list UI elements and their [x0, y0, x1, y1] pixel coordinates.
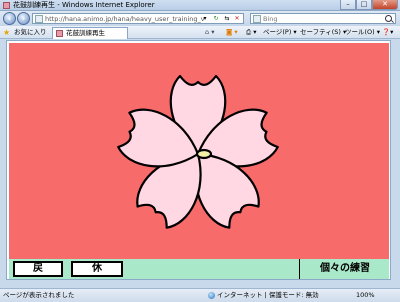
tools-menu[interactable]: ツール(O) ▾: [345, 28, 380, 37]
maximize-button[interactable]: □: [356, 0, 372, 10]
back-arrow-icon[interactable]: ‹: [3, 12, 16, 25]
security-zone[interactable]: インターネット | 保護モード: 無効: [217, 291, 319, 300]
search-placeholder: Bing: [263, 15, 278, 23]
address-url: http://hana.animo.jp/hana/heavy_user_tra…: [45, 15, 205, 23]
search-icon[interactable]: [385, 15, 392, 22]
print-icon[interactable]: ⎙ ▾: [246, 28, 257, 37]
favorites-label[interactable]: お気に入り: [14, 28, 47, 37]
search-provider-icon: [253, 15, 261, 23]
favorites-star-icon[interactable]: ★: [3, 28, 10, 37]
page-icon: [35, 15, 43, 23]
training-stage: [9, 43, 389, 259]
forward-arrow-icon[interactable]: ›: [17, 12, 30, 25]
stop-icon[interactable]: ✕: [233, 15, 241, 23]
tab-title: 花鼓訓練再生: [66, 29, 105, 37]
control-bar: 戻 休 個々の練習: [9, 259, 389, 279]
back-button[interactable]: 戻: [13, 261, 63, 277]
zoom-level[interactable]: 100%: [356, 291, 375, 300]
status-text: ページが表示されました: [3, 291, 75, 299]
app-icon: [3, 2, 10, 9]
search-box[interactable]: Bing: [250, 13, 396, 24]
title-bar: 花鼓訓練再生 - Windows Internet Explorer – □ ✕: [0, 0, 400, 11]
status-bar: ページが表示されました インターネット | 保護モード: 無効 100%: [0, 288, 400, 302]
help-icon[interactable]: ❓▾: [382, 28, 393, 37]
dropdown-icon[interactable]: ▾: [201, 15, 209, 23]
globe-icon: [208, 292, 215, 299]
safety-menu[interactable]: セーフティ(S) ▾: [300, 28, 346, 37]
forward-icon[interactable]: ⇆: [223, 15, 231, 23]
tab-current[interactable]: 花鼓訓練再生: [52, 27, 128, 39]
cherry-blossom-icon: [117, 74, 279, 229]
refresh-icon[interactable]: ↻: [212, 15, 220, 23]
rest-button[interactable]: 休: [71, 261, 123, 277]
feeds-icon[interactable]: ◙ ▾: [226, 28, 238, 37]
window-title: 花鼓訓練再生 - Windows Internet Explorer: [13, 1, 155, 9]
navigation-bar: ‹ › http://hana.animo.jp/hana/heavy_user…: [0, 11, 400, 26]
minimize-button[interactable]: –: [340, 0, 356, 10]
flower-center: [195, 148, 213, 160]
close-button[interactable]: ✕: [372, 0, 398, 10]
home-icon[interactable]: ⌂ ▾: [205, 28, 214, 37]
tab-icon: [56, 30, 63, 37]
window-controls: – □ ✕: [340, 0, 398, 10]
address-bar[interactable]: http://hana.animo.jp/hana/heavy_user_tra…: [32, 13, 244, 24]
mode-label: 個々の練習: [320, 263, 370, 274]
command-bar: ★ お気に入り 花鼓訓練再生 ⌂ ▾ ◙ ▾ ⎙ ▾ ページ(P) ▾ セーフテ…: [0, 26, 400, 39]
page-menu[interactable]: ページ(P) ▾: [263, 28, 297, 37]
page-content: 戻 休 個々の練習: [6, 40, 391, 280]
divider: [299, 259, 300, 279]
